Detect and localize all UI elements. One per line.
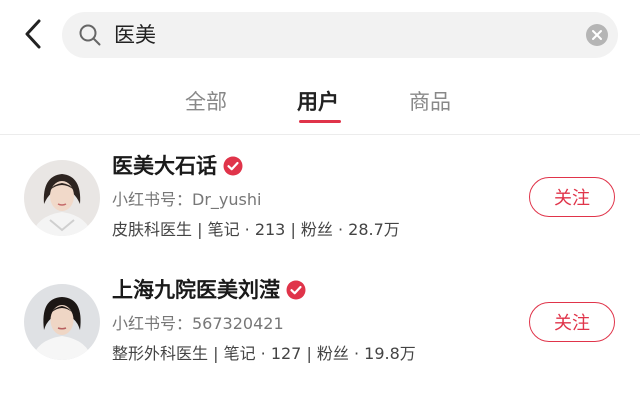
top-bar xyxy=(0,0,640,70)
back-button[interactable] xyxy=(18,16,48,52)
user-name[interactable]: 医美大石话 xyxy=(112,152,217,180)
chevron-left-icon xyxy=(25,19,41,49)
list-item-user[interactable]: 医美大石话 小红书号：Dr_yushi 皮肤科医生 | 笔记 · 213 | 粉… xyxy=(0,136,640,256)
search-input[interactable] xyxy=(114,22,574,48)
user-meta: 皮肤科医生 | 笔记 · 213 | 粉丝 · 28.7万 xyxy=(112,220,400,239)
avatar[interactable] xyxy=(24,160,100,236)
user-name[interactable]: 上海九院医美刘滢 xyxy=(112,276,280,304)
close-icon xyxy=(592,30,602,40)
result-tabs: 全部 用户 商品 xyxy=(0,84,640,134)
list-item-user[interactable]: 上海九院医美刘滢 小红书号：567320421 整形外科医生 | 笔记 · 12… xyxy=(0,262,640,382)
tab-users[interactable]: 用户 xyxy=(297,88,339,116)
clear-search-button[interactable] xyxy=(586,24,608,46)
user-name-line: 医美大石话 xyxy=(112,152,243,180)
verified-badge-icon xyxy=(286,280,306,300)
search-icon xyxy=(79,24,101,46)
tab-products[interactable]: 商品 xyxy=(409,88,451,116)
divider xyxy=(0,134,640,135)
follow-button[interactable]: 关注 xyxy=(529,177,615,217)
tab-all[interactable]: 全部 xyxy=(185,88,227,116)
verified-badge-icon xyxy=(223,156,243,176)
avatar-photo xyxy=(24,284,100,360)
user-name-line: 上海九院医美刘滢 xyxy=(112,276,306,304)
user-id: 小红书号：Dr_yushi xyxy=(112,190,262,209)
avatar-photo xyxy=(24,160,100,236)
active-tab-indicator xyxy=(299,120,341,123)
user-meta: 整形外科医生 | 笔记 · 127 | 粉丝 · 19.8万 xyxy=(112,344,416,363)
follow-button[interactable]: 关注 xyxy=(529,302,615,342)
user-id: 小红书号：567320421 xyxy=(112,314,284,333)
avatar[interactable] xyxy=(24,284,100,360)
search-bar[interactable] xyxy=(62,12,618,58)
